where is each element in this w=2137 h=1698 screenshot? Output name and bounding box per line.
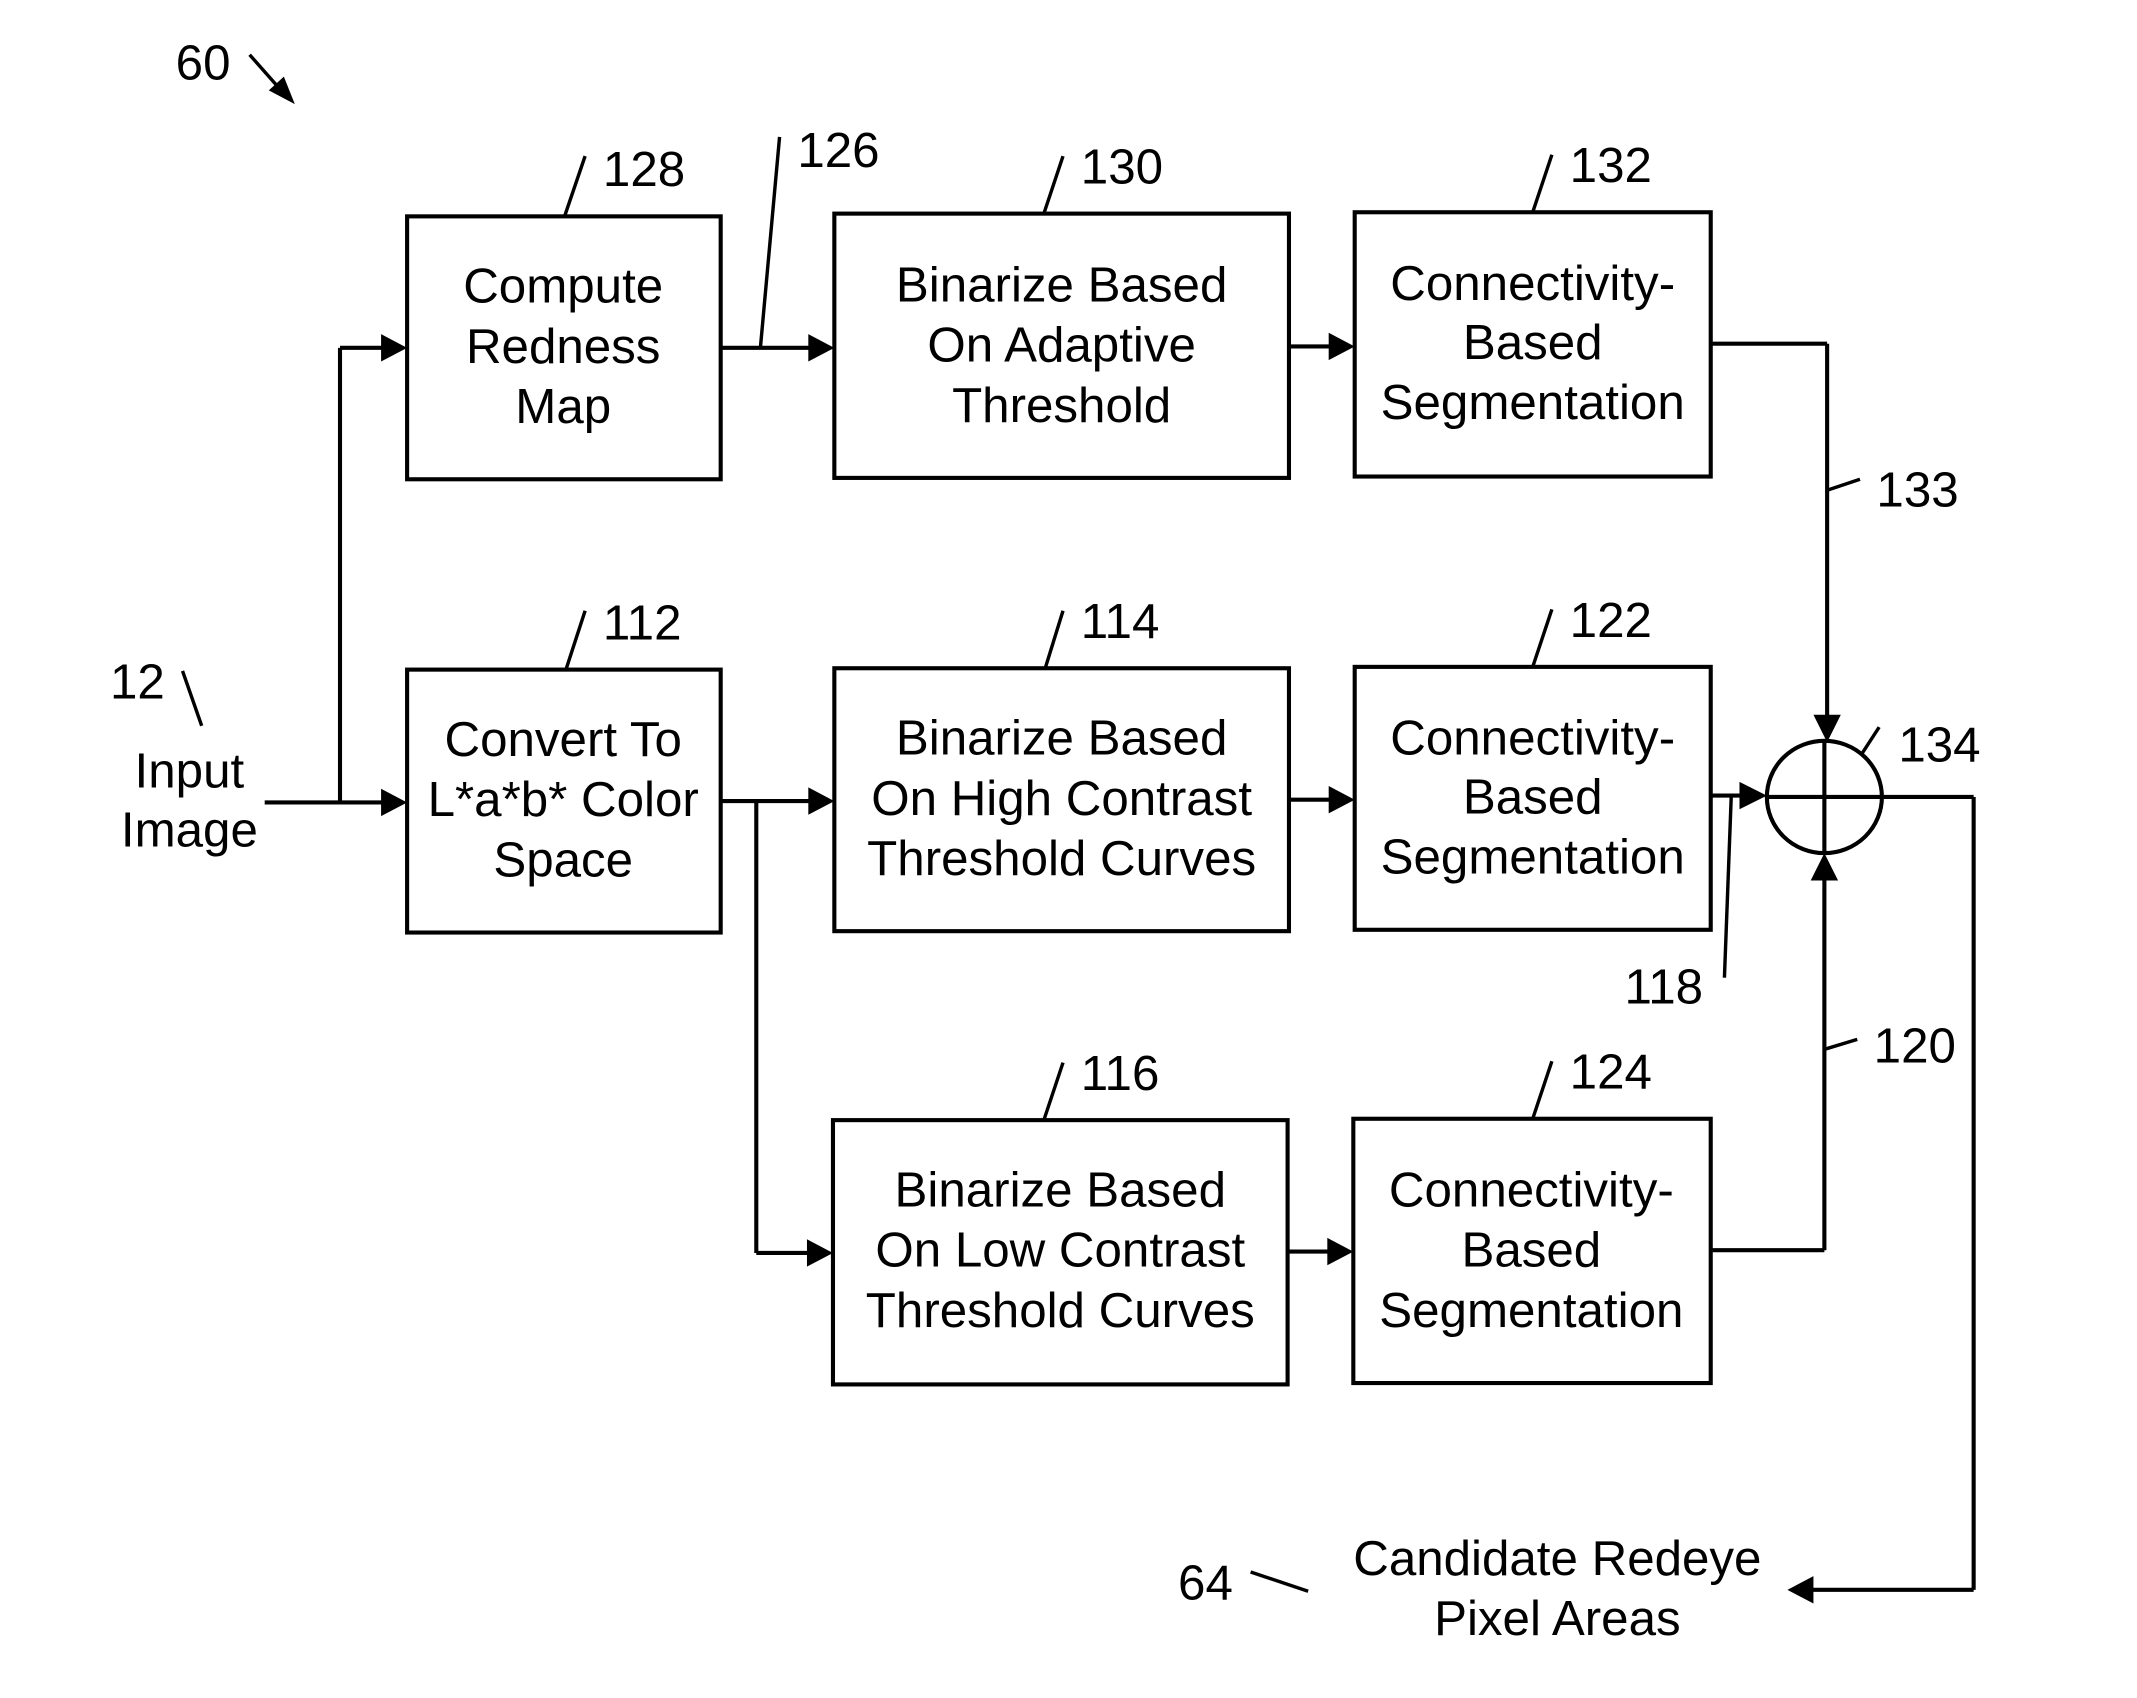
signal-126-ref: 126	[797, 123, 879, 178]
signal-120-leader	[1825, 1037, 1858, 1051]
signal-133-leader	[1826, 477, 1861, 492]
signal-120-ref: 120	[1874, 1019, 1956, 1074]
combiner-ref-leader	[1859, 726, 1881, 756]
figure-ref-arrow	[248, 53, 295, 105]
block-132-ref: 132	[1570, 138, 1652, 193]
signal-133-ref: 133	[1876, 463, 1958, 518]
block-114-line2: On High Contrast	[871, 771, 1252, 826]
input-ref-leader	[180, 670, 204, 727]
block-124-line1: Connectivity-	[1389, 1162, 1674, 1217]
block-connectivity-segmentation-bottom: Connectivity- Based Segmentation	[1351, 1116, 1713, 1386]
block-122-ref: 122	[1570, 593, 1652, 648]
block-116-leader	[1042, 1062, 1065, 1121]
block-130-leader	[1042, 155, 1065, 215]
block-112-leader	[564, 610, 587, 671]
block-124-line3: Segmentation	[1379, 1283, 1683, 1338]
block-connectivity-segmentation-top: Connectivity- Based Segmentation	[1352, 210, 1713, 479]
input-label-line2: Image	[121, 802, 258, 857]
block-130-line3: Threshold	[952, 378, 1171, 433]
block-122-line3: Segmentation	[1381, 830, 1685, 885]
connector-128-to-130	[720, 334, 835, 362]
output-ref: 64	[1178, 1555, 1233, 1610]
block-128-line2: Redness	[466, 319, 661, 374]
block-116-line3: Threshold Curves	[866, 1283, 1255, 1338]
figure-ref-label: 60	[176, 35, 231, 90]
block-112-line1: Convert To	[445, 712, 682, 767]
signal-118-leader	[1722, 795, 1733, 978]
signal-126-leader	[758, 136, 782, 348]
block-124-line2: Based	[1461, 1223, 1601, 1278]
block-116-line2: On Low Contrast	[875, 1223, 1245, 1278]
block-112-ref: 112	[603, 595, 682, 650]
redeye-detection-flow-diagram: 60 12 Input Image Compute Redness Map 12…	[110, 35, 1981, 1646]
block-convert-lab: Convert To L*a*b* Color Space	[405, 667, 723, 935]
block-132-line1: Connectivity-	[1390, 256, 1675, 311]
block-128-line1: Compute	[463, 259, 663, 314]
block-128-line3: Map	[515, 379, 611, 434]
input-connectors	[264, 334, 408, 817]
block-122-leader	[1531, 608, 1554, 668]
block-132-line2: Based	[1463, 315, 1603, 370]
block-112-line2: L*a*b* Color	[428, 772, 699, 827]
block-114-ref: 114	[1081, 594, 1160, 649]
block-binarize-high-contrast: Binarize Based On High Contrast Threshol…	[832, 666, 1292, 934]
connector-116-to-124	[1287, 1237, 1354, 1266]
combiner-ref: 134	[1898, 717, 1980, 772]
block-122-line2: Based	[1463, 769, 1603, 824]
block-130-line2: On Adaptive	[927, 318, 1196, 373]
connector-114-to-122	[1288, 786, 1355, 814]
connector-124-to-combiner	[1710, 853, 1839, 1253]
block-116-line1: Binarize Based	[895, 1162, 1226, 1217]
block-114-line3: Threshold Curves	[867, 831, 1256, 886]
signal-118-ref: 118	[1624, 960, 1703, 1015]
block-124-ref: 124	[1570, 1045, 1652, 1100]
block-128-ref: 128	[603, 142, 685, 197]
combiner-sum-node	[1764, 738, 1884, 856]
input-label-line1: Input	[135, 743, 245, 798]
connector-122-to-combiner	[1710, 781, 1767, 810]
connector-112-branch	[720, 787, 835, 1267]
connector-130-to-132	[1288, 332, 1355, 361]
output-label-line2: Pixel Areas	[1434, 1591, 1681, 1646]
output-ref-leader	[1250, 1570, 1309, 1593]
block-114-leader	[1043, 610, 1065, 669]
input-ref-label: 12	[110, 654, 165, 709]
block-132-line3: Segmentation	[1381, 375, 1685, 430]
block-binarize-adaptive: Binarize Based On Adaptive Threshold	[832, 211, 1292, 480]
block-binarize-low-contrast: Binarize Based On Low Contrast Threshold…	[830, 1118, 1290, 1387]
block-130-line1: Binarize Based	[896, 257, 1227, 312]
block-116-ref: 116	[1081, 1046, 1160, 1101]
block-132-leader	[1531, 154, 1554, 213]
block-122-line1: Connectivity-	[1390, 711, 1675, 766]
connector-132-to-combiner	[1710, 341, 1841, 743]
block-compute-redness-map: Compute Redness Map	[405, 214, 723, 482]
block-112-line3: Space	[493, 832, 633, 887]
block-114-line1: Binarize Based	[896, 711, 1227, 766]
block-130-ref: 130	[1081, 139, 1163, 194]
output-label-line1: Candidate Redeye	[1353, 1531, 1761, 1586]
block-124-leader	[1531, 1060, 1554, 1120]
connector-combiner-to-output	[1787, 794, 1976, 1604]
block-128-leader	[562, 155, 587, 217]
block-connectivity-segmentation-middle: Connectivity- Based Segmentation	[1352, 664, 1713, 932]
